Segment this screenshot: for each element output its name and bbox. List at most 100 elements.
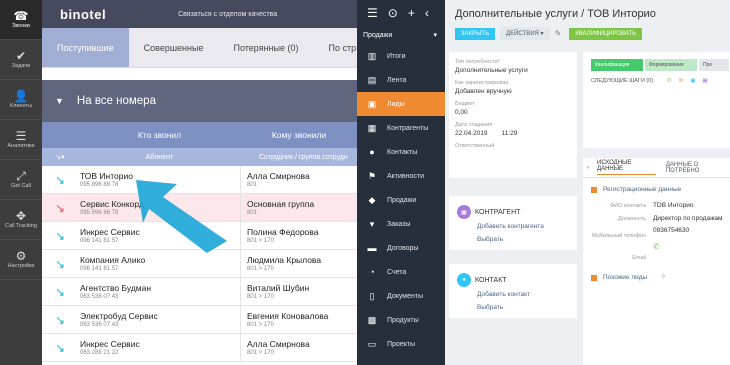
- menu-item-contracts[interactable]: ▬ Договоры: [357, 236, 445, 260]
- stage-next[interactable]: Пре: [699, 59, 729, 71]
- caller-phone: 063 289 21 22: [80, 350, 119, 356]
- table-row[interactable]: ↘ Агентство Будман 063 536 07 43 Виталий …: [42, 278, 357, 306]
- sidebar-item-label: Клиенты: [9, 103, 33, 109]
- caller-phone: 096 141 81 57: [80, 238, 119, 244]
- company-badge-icon: ▣: [457, 205, 471, 219]
- phone-icon[interactable]: ✆: [667, 78, 672, 84]
- invoice-icon: ◔: [369, 267, 375, 277]
- direction-filter-icon[interactable]: ↘▾: [42, 148, 78, 166]
- sidebar-item-tasks[interactable]: ✔ Задачи: [0, 40, 42, 80]
- feed-icon: ▤: [367, 74, 377, 85]
- chat-icon[interactable]: ▣: [690, 78, 695, 84]
- col-callee[interactable]: Кому звонили: [241, 122, 357, 148]
- table-row[interactable]: ↘ Инкрес Сервис 063 289 21 22 Алла Смирно…: [42, 334, 357, 362]
- crm-lead-card: Дополнительные услуги / ТОВ Инторио ЗАКР…: [445, 0, 730, 365]
- tab-outgoing[interactable]: Совершенные: [129, 28, 219, 67]
- menu-item-orders[interactable]: ▾ Заказы: [357, 212, 445, 236]
- next-steps-label[interactable]: СЛЕДУЮЩИЕ ШАГИ (0): [591, 78, 653, 84]
- call-phone-icon[interactable]: ✆: [653, 242, 730, 251]
- caller-name[interactable]: Инкрес Сервис: [80, 227, 240, 237]
- caller-name[interactable]: Инкрес Сервис: [80, 339, 240, 349]
- subcol-callee: Сотрудник / группа сотрудн: [259, 153, 348, 161]
- chart-icon: ☰: [15, 129, 27, 143]
- add-company-link[interactable]: Добавить контрагента: [477, 223, 569, 230]
- calendar-icon[interactable]: ▦: [703, 78, 708, 84]
- check-icon: ✔: [15, 49, 27, 63]
- caller-name[interactable]: Компания Алико: [80, 255, 240, 265]
- callee-name: Евгения Коновалова: [247, 311, 329, 321]
- tab-lost[interactable]: Потерянные (0): [218, 28, 313, 67]
- play-icon[interactable]: ⊙: [388, 6, 398, 20]
- caller-phone: 063 536 07 43: [80, 294, 119, 300]
- callee-ext: 801 > 170: [247, 350, 274, 356]
- crm-section-selector[interactable]: Продажи ▾: [357, 26, 445, 44]
- menu-item-activities[interactable]: ⚑ Активности: [357, 164, 445, 188]
- sidebar-item-analytics[interactable]: ☰ Аналитика: [0, 120, 42, 160]
- callee-name: Алла Смирнова: [247, 171, 310, 181]
- pin-icon[interactable]: ✎: [555, 29, 562, 38]
- actions-button[interactable]: ДЕЙСТВИЯ ▾: [500, 27, 550, 40]
- lead-fields-panel: Тип потребности* Дополнительные услуги К…: [449, 52, 577, 178]
- menu-item-results[interactable]: ▥ Итоги: [357, 44, 445, 68]
- menu-item-projects[interactable]: ▭ Проекты: [357, 332, 445, 356]
- sidebar-item-settings[interactable]: ⚙ Настройки: [0, 240, 42, 280]
- table-row[interactable]: ↘ Электробуд Сервис 063 536 07 43 Евгения…: [42, 306, 357, 334]
- menu-item-leads[interactable]: ▣ Лиды: [357, 92, 445, 116]
- table-row[interactable]: ↘ Компания Алико 096 141 81 57 Людмила Кр…: [42, 250, 357, 278]
- documents-icon: ▯: [369, 290, 375, 301]
- binotel-logo: binotel: [60, 6, 107, 22]
- sidebar-item-getcall[interactable]: ⤢ Get Call: [0, 160, 42, 200]
- number-filter[interactable]: ▼ На все номера: [42, 80, 357, 122]
- qualify-button[interactable]: КВАЛИФИЦИРОВАТЬ: [569, 27, 643, 40]
- add-contact-link[interactable]: Добавить контакт: [477, 291, 569, 298]
- menu-item-feed[interactable]: ▤ Лента: [357, 68, 445, 92]
- choose-contact-link[interactable]: Выбрать: [477, 304, 569, 311]
- caller-name[interactable]: Агентство Будман: [80, 283, 240, 293]
- col-caller[interactable]: Кто звонил: [78, 122, 241, 148]
- callee-name: Алла Смирнова: [247, 339, 310, 349]
- caller-name[interactable]: Электробуд Сервис: [80, 311, 240, 321]
- menu-item-products[interactable]: ▩ Продукты: [357, 308, 445, 332]
- app-sidebar: ☎ Звонки ✔ Задачи 👤 Клиенты ☰ Аналитика …: [0, 0, 42, 365]
- tab-needs-data[interactable]: ДАННЫЕ О ПОТРЕБНО: [666, 162, 730, 174]
- missed-arrow-icon: ↘: [54, 200, 66, 215]
- flag-icon: ⚑: [367, 170, 377, 181]
- stage-qualification[interactable]: Квалификация: [591, 59, 643, 71]
- caller-name[interactable]: Сервис Конкорд: [80, 199, 240, 209]
- sidebar-item-calls[interactable]: ☎ Звонки: [0, 0, 42, 40]
- gear-icon: ⚙: [15, 249, 27, 263]
- sidebar-item-label: Звонки: [12, 23, 30, 29]
- sidebar-item-clients[interactable]: 👤 Клиенты: [0, 80, 42, 120]
- mail-icon[interactable]: ✉: [679, 78, 684, 84]
- chevron-left-icon[interactable]: ‹: [425, 6, 429, 20]
- section-similar-leads[interactable]: Похожие лиды ?: [591, 274, 730, 281]
- plus-icon[interactable]: +: [408, 6, 415, 20]
- stage-forming[interactable]: Формирование: [645, 59, 697, 71]
- menu-item-contacts[interactable]: ● Контакты: [357, 140, 445, 164]
- tab-scroll-left-icon[interactable]: ‹: [587, 165, 589, 171]
- table-row[interactable]: ↘ Инкрес Сервис 096 141 81 57 Полина Федо…: [42, 222, 357, 250]
- quality-link[interactable]: Связаться с отделом качества: [178, 11, 277, 18]
- info-icon[interactable]: ?: [661, 274, 665, 281]
- choose-company-link[interactable]: Выбрать: [477, 236, 569, 243]
- calls-tabs: Поступившие Совершенные Потерянные (0) П…: [42, 28, 357, 68]
- table-row[interactable]: ↘ ТОВ Инторио 095 896 86 78 Алла Смирнова…: [42, 166, 357, 194]
- tab-incoming[interactable]: Поступившие: [42, 28, 129, 67]
- menu-item-sales[interactable]: ◆ Продажи: [357, 188, 445, 212]
- company-icon: ▦: [367, 122, 377, 133]
- sidebar-item-label: Настройки: [7, 263, 35, 269]
- caller-phone: 096 141 81 57: [80, 266, 119, 272]
- menu-item-companies[interactable]: ▦ Контрагенты: [357, 116, 445, 140]
- table-row[interactable]: ↘ Сервис Конкорд 095 896 86 78 Основная г…: [42, 194, 357, 222]
- close-button[interactable]: ЗАКРЫТЬ: [455, 27, 496, 40]
- tab-initial-data[interactable]: ИСХОДНЫЕ ДАННЫЕ: [597, 160, 656, 175]
- hamburger-icon[interactable]: ☰: [367, 6, 378, 20]
- menu-item-documents[interactable]: ▯ Документы: [357, 284, 445, 308]
- caret-down-icon: ▾: [433, 32, 437, 39]
- incoming-arrow-icon: ↘: [54, 172, 66, 187]
- getcall-icon: ⤢: [16, 169, 26, 183]
- sidebar-item-calltracking[interactable]: ✥ Call Tracking: [0, 200, 42, 240]
- menu-item-invoices[interactable]: ◔ Счета: [357, 260, 445, 284]
- section-registration[interactable]: Регистрационные данные: [591, 186, 730, 193]
- caller-name[interactable]: ТОВ Инторио: [80, 171, 240, 181]
